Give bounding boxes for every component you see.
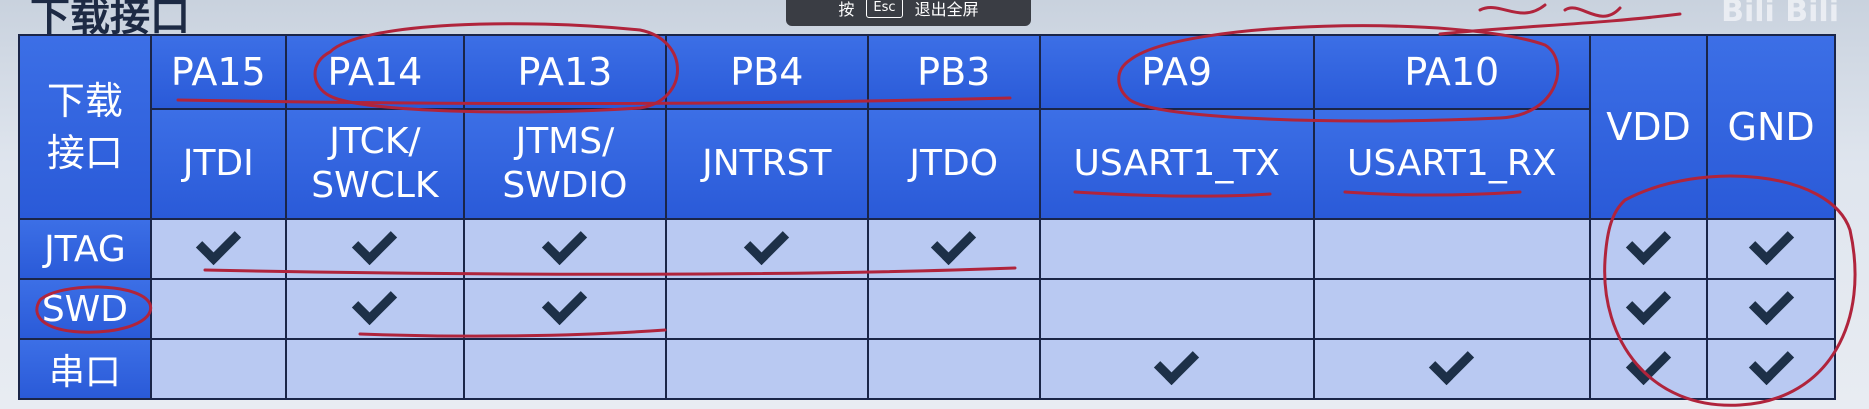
- checkmark-icon: [1748, 339, 1794, 385]
- pin-header: PB4: [664, 34, 869, 110]
- corner-label: 下载 接口: [18, 34, 152, 220]
- table-cell: [462, 218, 667, 280]
- table-cell: [1588, 278, 1709, 340]
- checkmark-icon: [744, 219, 790, 265]
- table-cell: [1706, 218, 1836, 280]
- table-row: JTAG: [18, 218, 1836, 280]
- checkmark-icon: [195, 219, 241, 265]
- pin-header-row: 下载 接口 PA15 PA14 PA13 PB4 PB3 PA9 PA10 VD…: [18, 34, 1836, 220]
- table-cell: [664, 278, 869, 340]
- function-header: USART1_RX: [1312, 108, 1591, 220]
- table-cell: [1312, 278, 1591, 340]
- checkmark-icon: [1429, 339, 1475, 385]
- table-cell: [1038, 218, 1315, 280]
- esc-key-badge: Esc: [866, 0, 903, 18]
- table-cell: [284, 218, 465, 280]
- table-cell: [1312, 338, 1591, 400]
- pin-header: PA13: [462, 34, 667, 110]
- checkmark-icon: [542, 219, 588, 265]
- table-cell: [462, 338, 667, 400]
- table-cell: [1706, 338, 1836, 400]
- checkmark-icon: [352, 279, 398, 325]
- power-header-gnd: GND: [1706, 34, 1836, 220]
- checkmark-icon: [1154, 339, 1200, 385]
- function-header-row: JTDI JTCK/ SWCLK JTMS/ SWDIO JNTRST JTDO…: [19, 108, 1835, 220]
- table-row: 串口: [18, 338, 1836, 400]
- esc-hint-suffix: 退出全屏: [914, 0, 979, 19]
- function-header: JTDI: [149, 108, 287, 220]
- row-label: JTAG: [18, 218, 152, 280]
- function-header: JTDO: [866, 108, 1041, 220]
- power-header-vdd: VDD: [1588, 34, 1709, 220]
- table-cell: [462, 278, 667, 340]
- function-header: JTCK/ SWCLK: [284, 108, 465, 220]
- checkmark-icon: [931, 219, 977, 265]
- table-cell: [1038, 338, 1315, 400]
- table-cell: [866, 338, 1041, 400]
- table-cell: [284, 278, 465, 340]
- table-cell: [149, 218, 287, 280]
- table-cell: [1038, 278, 1315, 340]
- checkmark-icon: [1625, 279, 1672, 325]
- row-label: 串口: [18, 338, 152, 400]
- checkmark-icon: [1748, 279, 1794, 325]
- table-cell: [1588, 218, 1709, 280]
- table-cell: [866, 218, 1041, 280]
- function-header: USART1_TX: [1038, 108, 1315, 220]
- pin-header: PA14: [284, 34, 465, 110]
- function-header: JTMS/ SWDIO: [462, 108, 667, 220]
- table-cell: [866, 278, 1041, 340]
- pin-header: PA9: [1038, 34, 1315, 110]
- checkmark-icon: [542, 279, 588, 325]
- pin-header: PB3: [866, 34, 1041, 110]
- table-cell: [149, 338, 287, 400]
- checkmark-icon: [1625, 339, 1672, 385]
- pin-header: PA10: [1312, 34, 1591, 110]
- checkmark-icon: [352, 219, 398, 265]
- esc-hint-prefix: 按: [838, 0, 855, 19]
- checkmark-icon: [1748, 219, 1794, 265]
- checkmark-icon: [1625, 219, 1672, 265]
- video-watermark: Bili Bili: [1721, 0, 1839, 29]
- function-header: JNTRST: [664, 108, 869, 220]
- table-row: SWD: [18, 278, 1836, 340]
- download-interface-table: 下载 接口 PA15 PA14 PA13 PB4 PB3 PA9 PA10 VD…: [18, 34, 1836, 400]
- table-cell: [1706, 278, 1836, 340]
- table-cell: [284, 338, 465, 400]
- table-cell: [149, 278, 287, 340]
- table-cell: [664, 338, 869, 400]
- row-label: SWD: [18, 278, 152, 340]
- ink-scribble-top: [1438, 3, 1682, 36]
- fullscreen-exit-hint: 按 Esc 退出全屏: [786, 0, 1031, 26]
- pin-header: PA15: [149, 34, 287, 110]
- table-cell: [1312, 218, 1591, 280]
- table-cell: [1588, 338, 1709, 400]
- table-cell: [664, 218, 869, 280]
